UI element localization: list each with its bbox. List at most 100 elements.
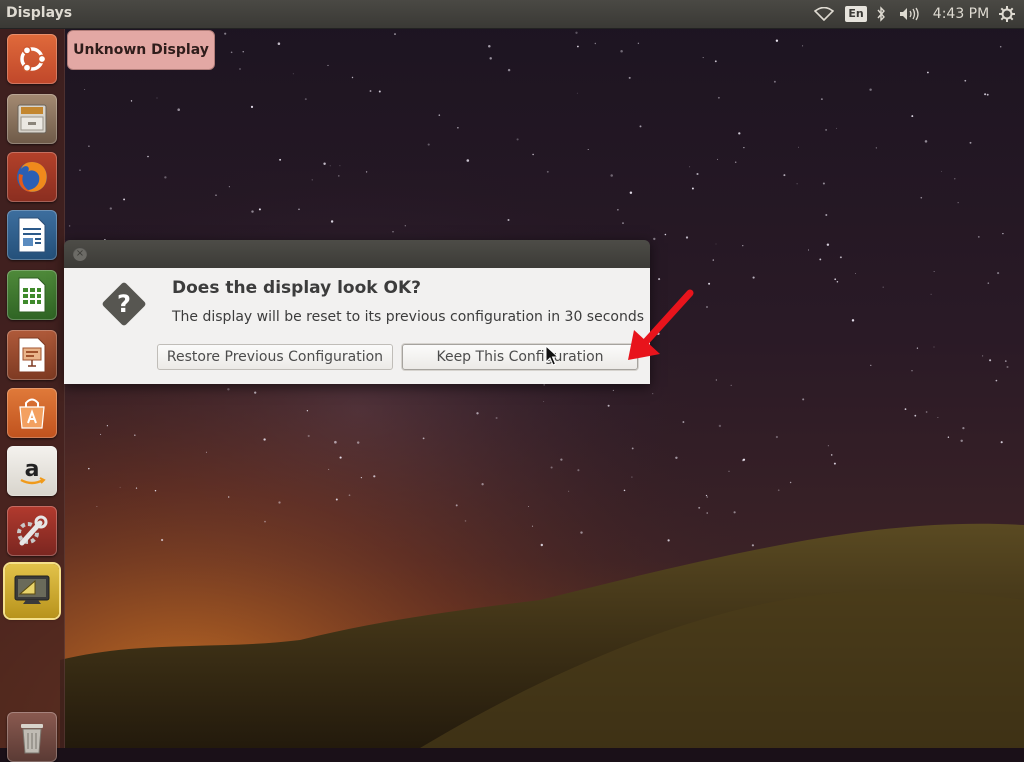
keyboard-layout-indicator[interactable]: En	[845, 4, 867, 24]
star	[631, 476, 633, 478]
star	[664, 233, 667, 236]
star	[334, 440, 337, 444]
star	[622, 222, 624, 224]
star	[977, 236, 980, 238]
launcher-files[interactable]	[7, 94, 57, 144]
launcher-amazon[interactable]: a	[7, 446, 57, 496]
star	[675, 456, 678, 460]
star	[789, 481, 792, 484]
star	[1000, 441, 1003, 444]
star	[438, 114, 441, 116]
star	[639, 125, 642, 128]
star	[933, 346, 935, 348]
star	[106, 425, 108, 427]
star	[329, 165, 331, 167]
volume-icon[interactable]	[897, 4, 923, 24]
star	[796, 183, 798, 185]
star	[960, 439, 963, 443]
star	[576, 45, 579, 48]
star	[307, 434, 310, 438]
star	[777, 489, 780, 492]
star	[819, 258, 822, 261]
system-gear-icon[interactable]	[996, 4, 1018, 24]
star	[292, 73, 294, 75]
launcher-trash[interactable]	[7, 712, 57, 762]
star	[242, 51, 244, 53]
star	[696, 172, 699, 176]
red-annotation-arrow	[628, 289, 694, 360]
calc-icon	[18, 277, 46, 313]
star	[507, 218, 510, 222]
launcher-libreoffice-calc[interactable]	[7, 270, 57, 320]
star	[164, 176, 167, 179]
star	[882, 286, 884, 288]
wifi-icon[interactable]	[812, 4, 836, 24]
star	[986, 93, 989, 96]
star	[870, 364, 872, 366]
bluetooth-icon[interactable]	[873, 4, 889, 24]
star	[147, 155, 149, 158]
launcher-software-center[interactable]	[7, 388, 57, 438]
launcher-libreoffice-writer[interactable]	[7, 210, 57, 260]
star	[802, 398, 805, 401]
star	[404, 225, 406, 227]
clock[interactable]: 4:43 PM	[930, 4, 992, 24]
star	[653, 237, 656, 241]
star	[330, 220, 334, 223]
star	[962, 427, 965, 430]
launcher-firefox[interactable]	[7, 152, 57, 202]
star	[637, 42, 640, 45]
star	[933, 270, 935, 272]
star	[728, 470, 730, 472]
star	[820, 98, 823, 101]
star	[580, 531, 583, 534]
firefox-icon	[17, 162, 47, 192]
star	[427, 143, 430, 146]
star	[827, 445, 830, 447]
close-icon[interactable]: ×	[73, 247, 87, 261]
writer-icon	[18, 217, 46, 253]
star	[743, 146, 745, 149]
star	[304, 98, 307, 101]
star	[328, 468, 330, 470]
star	[1002, 232, 1004, 235]
restore-previous-configuration-button[interactable]: Restore Previous Configuration	[157, 344, 393, 370]
launcher-displays[interactable]	[5, 564, 59, 618]
star	[79, 169, 81, 171]
star	[652, 393, 654, 395]
launcher-dash-home[interactable]	[7, 34, 57, 84]
star	[230, 51, 233, 54]
star	[250, 105, 254, 108]
display-confirm-dialog: × ? Does the display look OK? The displa…	[64, 240, 650, 384]
star	[123, 198, 126, 201]
star	[205, 451, 207, 453]
star	[550, 466, 553, 469]
launcher-system-settings[interactable]	[7, 506, 57, 556]
star	[875, 147, 877, 149]
star	[543, 401, 545, 402]
star	[706, 496, 708, 498]
star	[100, 433, 102, 435]
launcher-libreoffice-impress[interactable]	[7, 330, 57, 380]
star	[306, 410, 309, 412]
star	[607, 404, 610, 407]
star	[825, 214, 828, 216]
star	[691, 187, 694, 190]
star	[714, 60, 717, 63]
keyboard-layout-label: En	[845, 6, 867, 22]
star	[706, 512, 708, 514]
wrench-icon	[17, 515, 48, 546]
star	[339, 456, 342, 459]
star	[378, 90, 381, 93]
star	[177, 108, 180, 111]
star	[987, 282, 990, 284]
star	[154, 489, 157, 492]
star	[224, 32, 227, 35]
star	[954, 178, 956, 180]
star	[392, 231, 394, 233]
question-icon: ?	[102, 282, 146, 326]
star	[702, 57, 704, 59]
keep-this-configuration-button[interactable]: Keep This Configuration	[402, 344, 638, 370]
display-settings-icon	[14, 575, 50, 604]
star	[134, 434, 136, 437]
